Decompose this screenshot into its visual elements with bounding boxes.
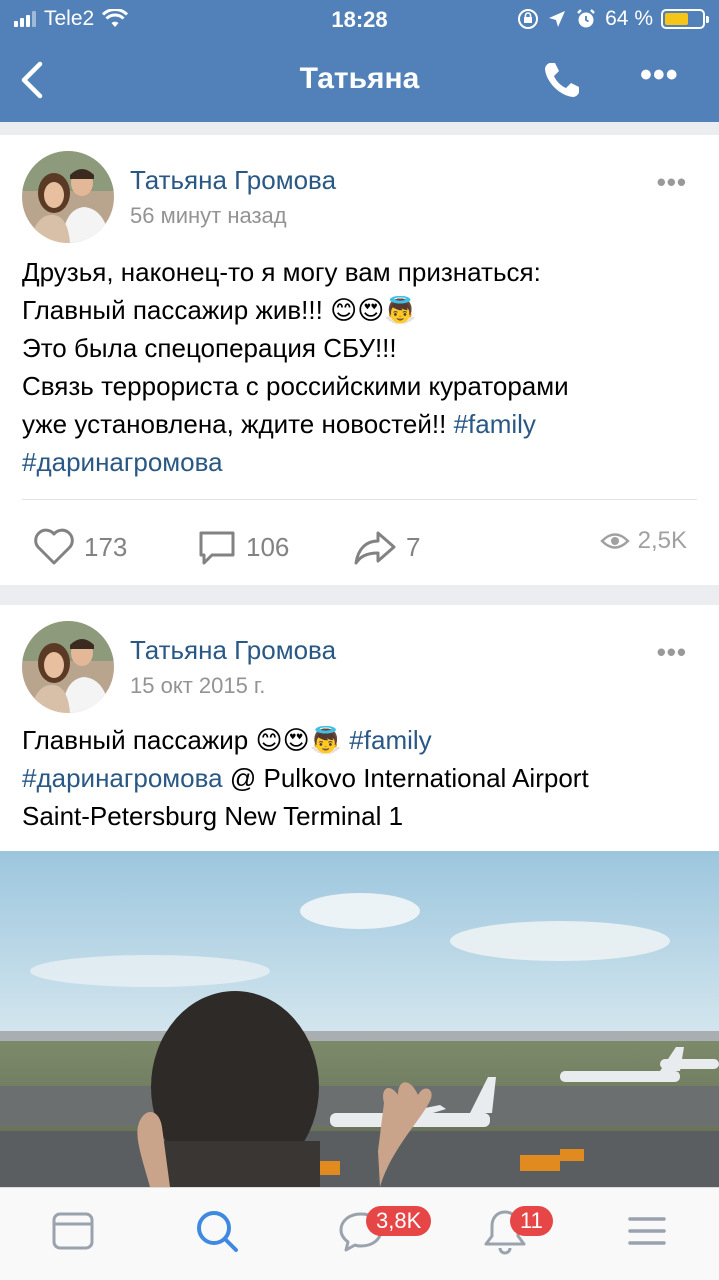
location-icon [549, 11, 566, 27]
divider [22, 499, 697, 500]
post: Татьяна Громова 56 минут назад ••• Друзь… [0, 135, 719, 585]
status-bar: Tele2 18:28 64 % [0, 0, 719, 40]
comment-icon [199, 531, 235, 565]
post-text-line: Главный пассажир жив!!! 😊😍👼 [22, 291, 702, 329]
post-text-line: Друзья, наконец-то я могу вам признаться… [22, 257, 541, 287]
notifications-tab[interactable]: 11 [480, 1206, 553, 1256]
comment-count: 106 [246, 531, 290, 562]
battery-percent: 64 % [605, 7, 653, 30]
author-name[interactable]: Татьяна Громова [130, 165, 336, 196]
post-text: Друзья, наконец-то я могу вам признаться… [22, 253, 702, 481]
share-icon [354, 531, 396, 565]
share-count: 7 [406, 531, 421, 562]
like-count: 173 [84, 531, 128, 562]
eye-icon [599, 533, 630, 549]
search-icon[interactable] [192, 1206, 242, 1256]
views-counter: 2,5K [599, 527, 687, 555]
notifications-badge: 11 [510, 1206, 553, 1236]
post: Татьяна Громова 15 окт 2015 г. ••• Главн… [0, 605, 719, 1187]
angel-emoji: 👼 [309, 725, 343, 755]
heart-eyes-emoji: 😍 [282, 725, 310, 755]
tab-bar: 3,8K 11 [0, 1187, 719, 1280]
post-time: 56 минут назад [130, 203, 287, 228]
view-count: 2,5K [637, 527, 687, 554]
share-button[interactable]: 7 [352, 527, 420, 567]
more-button[interactable]: ••• [640, 58, 690, 100]
hashtag-link[interactable]: #family [454, 409, 536, 439]
smile-emoji: 😊 [255, 725, 283, 755]
post-text-line: #даринагромова @ Pulkovo International A… [22, 759, 702, 797]
post-text-line: #даринагромова [22, 443, 702, 481]
angel-emoji: 👼 [384, 295, 417, 325]
post-actions: 173 106 7 2,5K [0, 527, 719, 567]
comment-button[interactable]: 106 [196, 527, 289, 567]
like-button[interactable]: 173 [32, 527, 127, 567]
heart-eyes-emoji: 😍 [357, 295, 385, 325]
author-name[interactable]: Татьяна Громова [130, 635, 336, 666]
heart-icon [34, 528, 74, 565]
avatar[interactable] [22, 621, 114, 713]
post-text-line: Saint-Petersburg New Terminal 1 [22, 801, 404, 831]
hashtag-link[interactable]: #даринагромова [22, 447, 223, 477]
post-text-line: Связь террориста с российскими кураторам… [22, 371, 569, 401]
news-icon[interactable] [48, 1206, 98, 1256]
lock-rotation-icon [518, 9, 539, 29]
post-time: 15 окт 2015 г. [130, 673, 266, 698]
post-text-line: Главный пассажир 😊😍👼 #family [22, 721, 702, 759]
post-more-button[interactable]: ••• [657, 167, 687, 198]
post-more-button[interactable]: ••• [657, 637, 687, 668]
post-text: Главный пассажир 😊😍👼 #family #даринагром… [22, 721, 702, 835]
post-photo[interactable] [0, 851, 719, 1187]
messages-tab[interactable]: 3,8K [336, 1206, 432, 1256]
messages-badge: 3,8K [366, 1206, 432, 1236]
alarm-icon [577, 9, 595, 28]
hashtag-link[interactable]: #family [349, 725, 431, 755]
nav-bar: Татьяна ••• [0, 40, 719, 122]
location-link[interactable]: @ Pulkovo International Airport [230, 763, 589, 793]
hashtag-link[interactable]: #даринагромова [22, 763, 223, 793]
smile-emoji: 😊 [330, 295, 358, 325]
avatar[interactable] [22, 151, 114, 243]
post-text-line: уже установлена, ждите новостей!! #famil… [22, 409, 536, 439]
menu-icon[interactable] [622, 1206, 672, 1256]
page-title: Татьяна [299, 62, 420, 95]
battery-icon [661, 9, 709, 29]
phone-icon[interactable] [540, 58, 584, 102]
post-text-line: Это была спецоперация СБУ!!! [22, 333, 397, 363]
